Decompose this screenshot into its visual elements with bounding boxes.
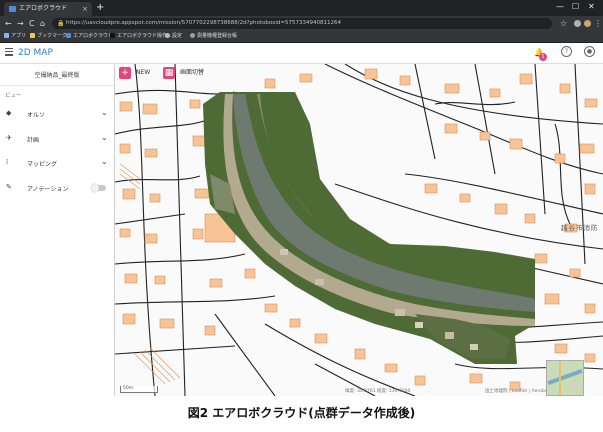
bookmark-label: エアロボクラウド操作...: [117, 33, 172, 39]
plus-icon: +: [119, 67, 131, 79]
address-toolbar: ← → C ⌂ 🔒 https://uavcloudpro.appspot.co…: [0, 16, 603, 31]
forward-icon[interactable]: →: [17, 16, 24, 31]
split-screen-label: 画面切替: [180, 69, 205, 76]
notification-badge: 1: [539, 53, 547, 61]
browser-frame: エアロボクラウド × + — ☐ ✕ ← → C ⌂ 🔒 https://uav…: [0, 0, 603, 396]
sidebar-item-ortho[interactable]: ◆ オルソ ⌄: [0, 107, 114, 121]
coordinate-readout: 緯度: 35.8761 経度: 139.7600: [345, 389, 411, 394]
split-view-icon: ▦: [163, 67, 175, 79]
view-section-label: ビュー: [5, 93, 22, 99]
airplane-icon: ✈: [6, 134, 12, 142]
sidebar-item-label: オルソ: [27, 112, 46, 119]
url-bar[interactable]: 🔒 https://uavcloudpro.appspot.com/missio…: [52, 18, 552, 29]
new-button-label: NEW: [136, 69, 151, 76]
new-tab-button[interactable]: +: [96, 1, 104, 15]
bookmark-aerobo[interactable]: エアロボクラウド: [66, 31, 113, 42]
back-icon[interactable]: ←: [5, 16, 12, 31]
maximize-icon[interactable]: ☐: [572, 0, 579, 14]
map-canvas[interactable]: [115, 64, 603, 396]
app-header: 2D MAP 🔔 1 ? ●: [0, 43, 603, 64]
globe-icon: [190, 33, 195, 38]
figure-caption: 図2 エアロボクラウド(点群データ作成後): [187, 406, 416, 420]
account-icon[interactable]: ●: [584, 46, 595, 57]
url-text: https://uavcloudpro.appspot.com/mission/…: [66, 20, 341, 26]
doc-icon: [110, 33, 115, 38]
app-favicon-icon: [9, 6, 16, 12]
bookmark-apps[interactable]: アプリ: [4, 31, 26, 42]
minimap[interactable]: [546, 360, 584, 396]
tab-bar: エアロボクラウド × + — ☐ ✕: [0, 0, 603, 16]
bookmark-label: アプリ: [11, 33, 27, 39]
tab-title: エアロボクラウド: [19, 5, 68, 12]
bookmark-label: エアロボクラウド: [73, 33, 114, 39]
bookmark-folder[interactable]: ブックマーク: [30, 31, 67, 42]
tab-close-icon[interactable]: ×: [82, 2, 88, 16]
browser-tab[interactable]: エアロボクラウド ×: [4, 2, 92, 16]
chevron-down-icon[interactable]: ⌄: [101, 108, 108, 117]
divider: [0, 85, 114, 86]
gear-icon: [165, 33, 170, 38]
home-icon[interactable]: ⌂: [40, 16, 45, 31]
page-title: 2D MAP: [18, 48, 53, 58]
scale-bar: 50m: [120, 386, 158, 393]
browser-menu-icon[interactable]: ⋮: [594, 16, 602, 31]
folder-icon: [30, 33, 35, 38]
sidebar-item-annotation[interactable]: ✎ アノテーション: [0, 181, 114, 195]
bookmark-label: 測量機種登録台帳: [197, 33, 238, 39]
map-view[interactable]: + NEW ▦ 画面切替 越谷市消防 50m 緯度: 35.8761 経度: 1…: [115, 64, 603, 396]
layers-icon: ◆: [6, 109, 12, 117]
close-window-icon[interactable]: ✕: [588, 0, 595, 14]
bookmark-aerobo-manual[interactable]: エアロボクラウド操作...: [110, 31, 172, 42]
place-label: 越谷市消防: [561, 224, 599, 232]
minimize-icon[interactable]: —: [556, 0, 564, 14]
bookmark-survey-registry[interactable]: 測量機種登録台帳: [190, 31, 237, 42]
apps-grid-icon: [4, 33, 9, 38]
sidebar-item-label: マッピング: [27, 161, 58, 168]
chevron-down-icon[interactable]: ⌄: [101, 133, 108, 142]
bookmark-label: ブックマーク: [37, 33, 68, 39]
sidebar: 空撮納品_最終版 ビュー ◆ オルソ ⌄ ✈ 計画 ⌄ ⁞ マッピング ⌄ ✎ …: [0, 64, 115, 396]
lock-icon: 🔒: [57, 20, 65, 27]
sidebar-item-label: アノテーション: [27, 186, 69, 193]
profile-avatar-icon[interactable]: [584, 20, 591, 27]
pencil-icon: ✎: [6, 183, 12, 191]
grid-dots-icon: ⁞: [6, 158, 9, 166]
sidebar-item-mapping[interactable]: ⁞ マッピング ⌄: [0, 156, 114, 170]
reload-icon[interactable]: C: [29, 16, 35, 31]
aerobo-icon: [66, 33, 71, 38]
hamburger-menu-icon[interactable]: [5, 48, 13, 58]
bookmark-star-icon[interactable]: ☆: [560, 16, 567, 31]
extension-icon[interactable]: [574, 20, 581, 27]
bookmark-label: 設定: [172, 33, 183, 39]
sidebar-item-label: 計画: [27, 137, 40, 144]
bookmarks-bar: アプリ ブックマーク エアロボクラウド エアロボクラウド操作... 設定 測量機…: [0, 31, 603, 43]
sidebar-item-plan[interactable]: ✈ 計画 ⌄: [0, 132, 114, 146]
project-name: 空撮納品_最終版: [34, 72, 80, 79]
help-icon[interactable]: ?: [561, 46, 572, 57]
annotation-toggle[interactable]: [91, 183, 106, 192]
chevron-down-icon[interactable]: ⌄: [101, 157, 108, 166]
bookmark-settings[interactable]: 設定: [165, 31, 182, 42]
